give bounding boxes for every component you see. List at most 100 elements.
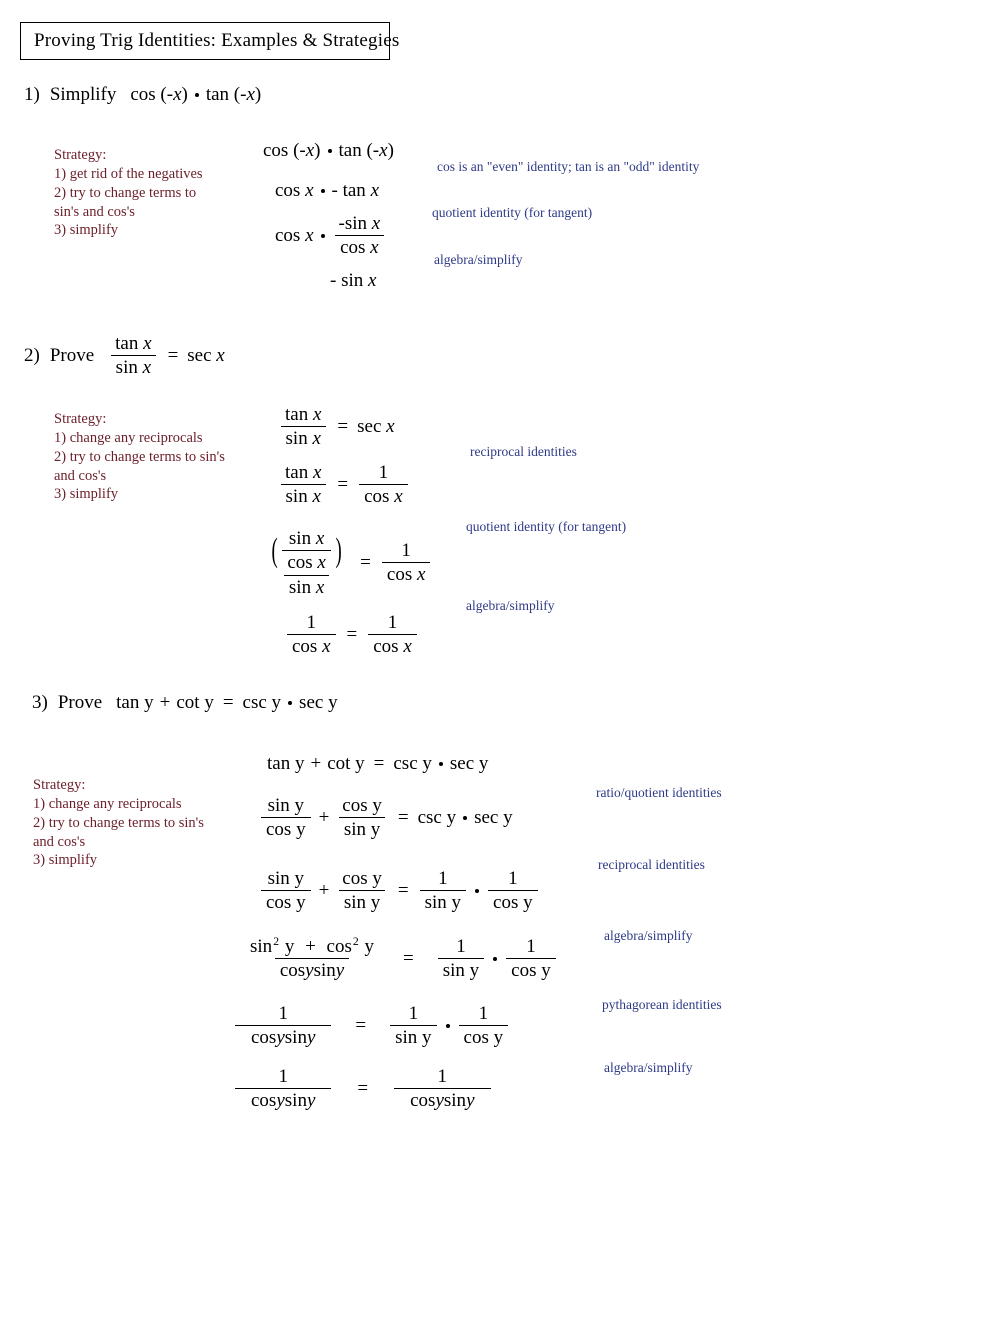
var-x: x — [394, 486, 403, 508]
var-y: y — [370, 819, 381, 841]
problem-1-annotation-2: quotient identity (for tangent) — [432, 205, 593, 220]
minus-sin-token: - sin — [330, 270, 364, 291]
fraction-numerator: tan x — [110, 333, 156, 355]
problem-1-step-1: cos (- x) tan (- x) — [263, 140, 394, 162]
problem-1-step-3: cos x -sin x cos x — [275, 213, 387, 259]
fraction-denominator: cosysiny — [394, 1088, 491, 1112]
var-x: x — [246, 84, 255, 105]
fraction-denominator: cosysiny — [235, 1088, 332, 1112]
fraction-numerator: 1 — [478, 1003, 489, 1024]
fraction-denominator: sin x — [283, 574, 330, 598]
problem-2-step-3: ( sin x cos x ) sin x = 1 cos x — [262, 528, 432, 598]
var-y: y — [493, 1027, 504, 1049]
fraction-denominator: cos y — [458, 1025, 509, 1049]
plus-sign: + — [159, 692, 171, 713]
sec-token: sec — [187, 344, 212, 366]
cos-token: cos — [342, 795, 368, 816]
fraction-one-over-sin: 1 sin y — [419, 868, 467, 914]
equals-sign: = — [403, 947, 414, 969]
multiply-dot-icon — [320, 233, 325, 238]
var-y: y — [144, 692, 154, 713]
var-x: x — [370, 237, 379, 259]
fraction-one-over-cos: 1 cos x — [359, 462, 408, 508]
problem-1-heading: 1) Simplify cos (- x) tan (- x) — [24, 84, 261, 106]
sin-token: sin — [442, 960, 465, 982]
var-y: y — [503, 806, 513, 828]
sin-token: sin — [424, 892, 447, 914]
fraction-numerator: -sin x — [334, 213, 386, 235]
var-y: y — [204, 692, 214, 713]
fraction-denominator: cos x — [335, 235, 384, 258]
sin-token: sin — [343, 892, 367, 914]
problem-3-annotation-3: algebra/simplify — [604, 928, 693, 943]
var-y: y — [364, 936, 375, 957]
sec-token: sec — [449, 753, 475, 774]
var-y: y — [294, 868, 305, 889]
var-x: x — [403, 636, 412, 658]
fraction-numerator: cos y — [337, 868, 387, 890]
cos-token: cos — [287, 552, 313, 574]
problem-1-statement: cos (- x) tan (- x) — [130, 84, 261, 106]
multiply-dot-icon — [320, 189, 325, 193]
multiply-dot-icon — [445, 1023, 450, 1028]
close-paren: ) — [314, 140, 321, 161]
var-y: y — [370, 892, 381, 914]
fraction-numerator: 1 — [278, 1003, 288, 1024]
close-paren: ) — [254, 84, 262, 105]
tan-token: tan — [285, 462, 309, 483]
plus-sign: + — [318, 879, 330, 901]
fraction-denominator: cos x — [381, 562, 431, 586]
fraction-numerator: sin2 y + cos2 y — [245, 935, 379, 958]
cos-open-token: cos (- — [263, 140, 306, 161]
sin-token: sin — [343, 819, 367, 841]
var-x: x — [416, 564, 426, 586]
equals-sign: = — [397, 879, 409, 901]
strategy-heading: Strategy: — [54, 147, 107, 163]
problem-3-verb: Prove — [57, 692, 103, 713]
problem-1-strategy: Strategy: 1) get rid of the negatives 2)… — [54, 146, 203, 240]
close-paren: ) — [181, 84, 188, 105]
fraction-pythagorean-over-cosysiny: sin2 y + cos2 y cosysiny — [245, 935, 379, 982]
var-y: y — [469, 960, 480, 982]
var-y: y — [372, 795, 382, 816]
sin-token: sin — [395, 1027, 418, 1049]
var-y: y — [305, 960, 314, 982]
close-paren: ) — [387, 140, 394, 161]
fraction-numerator: 1 — [437, 1066, 448, 1087]
var-x: x — [386, 415, 395, 437]
var-y: y — [276, 1090, 285, 1112]
multiply-dot-icon — [438, 762, 443, 766]
multiply-dot-icon — [194, 93, 199, 97]
cos-token: cos — [364, 486, 390, 508]
fraction-numerator: tan x — [280, 404, 326, 426]
var-x: x — [315, 576, 325, 598]
problem-2-annotation-2: quotient identity (for tangent) — [466, 519, 627, 534]
fraction-denominator: sin y — [437, 958, 485, 982]
problem-2-step-2: tan x sin x = 1 cos x — [278, 462, 410, 508]
tan-token: tan — [285, 404, 309, 425]
var-x: x — [317, 552, 326, 574]
fraction-numerator: 1 — [378, 462, 389, 483]
sin-token: sin — [313, 960, 336, 982]
strategy-step: and cos's — [33, 833, 86, 850]
fraction-denominator: cosysiny — [274, 958, 350, 982]
problem-3-step-6: 1 cosysiny = 1 cosysiny — [233, 1066, 493, 1112]
strategy-heading: Strategy: — [33, 777, 86, 793]
fraction-one-over-cos: 1 cos x — [381, 540, 431, 586]
right-paren-icon: ) — [335, 532, 342, 570]
strategy-step: 1) change any reciprocals — [33, 795, 182, 812]
sin-token: sin — [443, 1090, 467, 1112]
csc-token: csc — [242, 692, 267, 713]
problem-3-strategy: Strategy: 1) change any reciprocals 2) t… — [33, 776, 204, 870]
fraction-sin-over-cos: sin x cos x — [282, 528, 331, 574]
sin-token: sin — [285, 428, 308, 450]
tan-open-token: tan (- — [205, 84, 247, 105]
strategy-step: 1) get rid of the negatives — [54, 165, 203, 182]
fraction-one-over-cosysiny: 1 cosysiny — [394, 1066, 491, 1112]
fraction-cos-over-sin: cos y sin y — [337, 868, 387, 914]
var-y: y — [276, 1027, 285, 1049]
fraction-numerator: ( sin x cos x ) — [264, 528, 349, 575]
var-x: x — [370, 180, 379, 201]
equals-sign: = — [222, 692, 234, 713]
fraction-one-over-sin: 1 sin y — [437, 936, 485, 982]
